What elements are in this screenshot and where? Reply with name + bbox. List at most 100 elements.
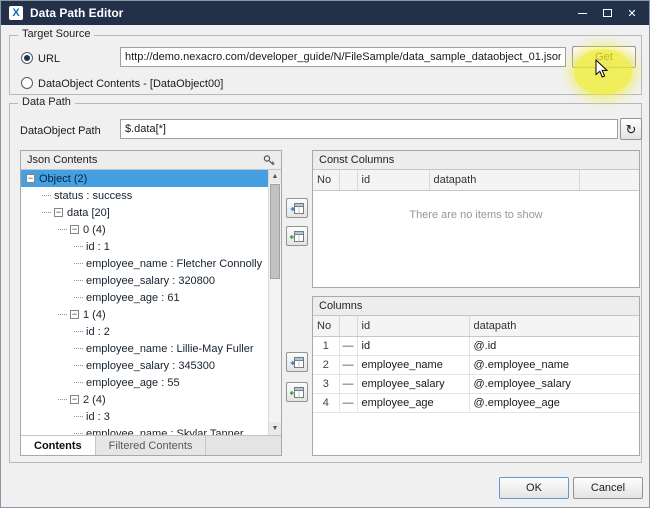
tree-node-label: employee_name : Lillie-May Fuller bbox=[86, 343, 254, 355]
cancel-button[interactable]: Cancel bbox=[573, 477, 643, 499]
tree-node[interactable]: employee_age : 61 bbox=[21, 289, 268, 306]
tree-connector bbox=[58, 314, 67, 315]
url-radio-label[interactable]: URL bbox=[38, 53, 60, 66]
column-id-cell: employee_salary bbox=[357, 374, 469, 393]
tree-node[interactable]: id : 3 bbox=[21, 408, 268, 425]
grid-transfer-right-icon bbox=[290, 356, 305, 369]
target-source-legend: Target Source bbox=[18, 28, 94, 40]
tree-collapse-icon[interactable]: − bbox=[70, 395, 79, 404]
app-logo-icon: X bbox=[9, 6, 23, 20]
remove-const-column-button[interactable] bbox=[286, 226, 308, 246]
tree-node[interactable]: −Object (2) bbox=[21, 170, 268, 187]
maximize-button[interactable] bbox=[598, 4, 616, 22]
add-const-column-button[interactable] bbox=[286, 198, 308, 218]
row-handle-icon: — bbox=[339, 374, 357, 393]
close-button[interactable]: ✕ bbox=[623, 4, 641, 22]
row-handle-icon: — bbox=[339, 393, 357, 412]
tree-node[interactable]: employee_name : Skylar Tanner bbox=[21, 425, 268, 435]
tree-collapse-icon[interactable]: − bbox=[54, 208, 63, 217]
key-icon[interactable] bbox=[263, 154, 275, 166]
const-column-header-cell: id bbox=[357, 170, 429, 190]
tree-node[interactable]: id : 2 bbox=[21, 323, 268, 340]
tree-connector bbox=[74, 348, 83, 349]
grid-transfer-left-icon bbox=[290, 230, 305, 243]
tree-connector bbox=[42, 212, 51, 213]
tab-filtered-contents[interactable]: Filtered Contents bbox=[96, 436, 207, 455]
tree-node-label: employee_salary : 320800 bbox=[86, 275, 215, 287]
minimize-button[interactable] bbox=[573, 4, 591, 22]
url-input[interactable] bbox=[120, 47, 566, 67]
tree-collapse-icon[interactable]: − bbox=[70, 310, 79, 319]
tree-scrollbar[interactable]: ▲ ▼ bbox=[268, 170, 281, 435]
column-id-cell: id bbox=[357, 336, 469, 355]
tree-node-label: id : 3 bbox=[86, 411, 110, 423]
window-controls: ✕ bbox=[573, 4, 641, 22]
tree-node-label: 2 (4) bbox=[83, 394, 106, 406]
tree-connector bbox=[74, 297, 83, 298]
json-contents-panel: Json Contents −Object (2)status : succes… bbox=[20, 150, 282, 456]
tree-node[interactable]: employee_name : Fletcher Connolly bbox=[21, 255, 268, 272]
column-id-cell: employee_name bbox=[357, 355, 469, 374]
const-column-header-cell: No bbox=[313, 170, 339, 190]
tree-node[interactable]: employee_salary : 320800 bbox=[21, 272, 268, 289]
scrollbar-thumb[interactable] bbox=[270, 184, 280, 279]
tree-node[interactable]: employee_name : Lillie-May Fuller bbox=[21, 340, 268, 357]
tree-node[interactable]: −1 (4) bbox=[21, 306, 268, 323]
dataobject-path-label: DataObject Path bbox=[20, 125, 101, 138]
tree-node[interactable]: −0 (4) bbox=[21, 221, 268, 238]
column-datapath-cell: @.employee_salary bbox=[469, 374, 639, 393]
scroll-down-icon[interactable]: ▼ bbox=[269, 422, 281, 435]
json-tree: −Object (2)status : success−data [20]−0 … bbox=[21, 170, 268, 435]
const-column-header-cell bbox=[579, 170, 639, 190]
tree-connector bbox=[74, 365, 83, 366]
columns-row[interactable]: 3—employee_salary@.employee_salary bbox=[313, 374, 639, 393]
tree-connector bbox=[74, 416, 83, 417]
columns-header: Columns bbox=[313, 297, 639, 316]
tab-contents[interactable]: Contents bbox=[21, 436, 96, 455]
refresh-button[interactable]: ↻ bbox=[620, 118, 642, 140]
columns-row[interactable]: 2—employee_name@.employee_name bbox=[313, 355, 639, 374]
tree-node[interactable]: status : success bbox=[21, 187, 268, 204]
columns-panel: Columns Noiddatapath 1—id@.id2—employee_… bbox=[312, 296, 640, 456]
tree-node-label: status : success bbox=[54, 190, 132, 202]
scroll-up-icon[interactable]: ▲ bbox=[269, 170, 281, 183]
tree-connector bbox=[74, 246, 83, 247]
tree-collapse-icon[interactable]: − bbox=[70, 225, 79, 234]
add-column-button[interactable] bbox=[286, 352, 308, 372]
column-datapath-cell: @.id bbox=[469, 336, 639, 355]
tree-collapse-icon[interactable]: − bbox=[26, 174, 35, 183]
tree-node-label: 1 (4) bbox=[83, 309, 106, 321]
dataobject-path-input[interactable] bbox=[120, 119, 618, 139]
data-path-group: Data Path DataObject Path ↻ Json Content… bbox=[9, 103, 642, 463]
tree-node[interactable]: id : 1 bbox=[21, 238, 268, 255]
data-path-editor-window: X Data Path Editor ✕ Target Source URL G… bbox=[0, 0, 650, 508]
tree-node[interactable]: −data [20] bbox=[21, 204, 268, 221]
tree-node-label: employee_age : 61 bbox=[86, 292, 180, 304]
row-number-cell: 4 bbox=[313, 393, 339, 412]
dataobject-contents-radio[interactable] bbox=[21, 77, 33, 89]
columns-header-cell: id bbox=[357, 316, 469, 336]
columns-header-cell bbox=[339, 316, 357, 336]
const-columns-panel: Const Columns Noiddatapath There are no … bbox=[312, 150, 640, 288]
columns-row[interactable]: 4—employee_age@.employee_age bbox=[313, 393, 639, 412]
get-button[interactable]: Get bbox=[572, 46, 636, 68]
columns-header-cell: datapath bbox=[469, 316, 639, 336]
const-columns-grid: Noiddatapath bbox=[313, 170, 639, 191]
columns-header-row: Noiddatapath bbox=[313, 316, 639, 336]
url-radio[interactable] bbox=[21, 52, 33, 64]
tree-connector bbox=[74, 382, 83, 383]
ok-button[interactable]: OK bbox=[499, 477, 569, 499]
row-number-cell: 1 bbox=[313, 336, 339, 355]
columns-header-cell: No bbox=[313, 316, 339, 336]
row-handle-icon: — bbox=[339, 355, 357, 374]
tree-node[interactable]: employee_salary : 345300 bbox=[21, 357, 268, 374]
row-number-cell: 2 bbox=[313, 355, 339, 374]
dataobject-contents-radio-label[interactable]: DataObject Contents - [DataObject00] bbox=[38, 78, 223, 91]
tree-node-label: employee_age : 55 bbox=[86, 377, 180, 389]
columns-row[interactable]: 1—id@.id bbox=[313, 336, 639, 355]
remove-column-button[interactable] bbox=[286, 382, 308, 402]
tree-node[interactable]: employee_age : 55 bbox=[21, 374, 268, 391]
tree-node-label: 0 (4) bbox=[83, 224, 106, 236]
tree-node[interactable]: −2 (4) bbox=[21, 391, 268, 408]
row-number-cell: 3 bbox=[313, 374, 339, 393]
